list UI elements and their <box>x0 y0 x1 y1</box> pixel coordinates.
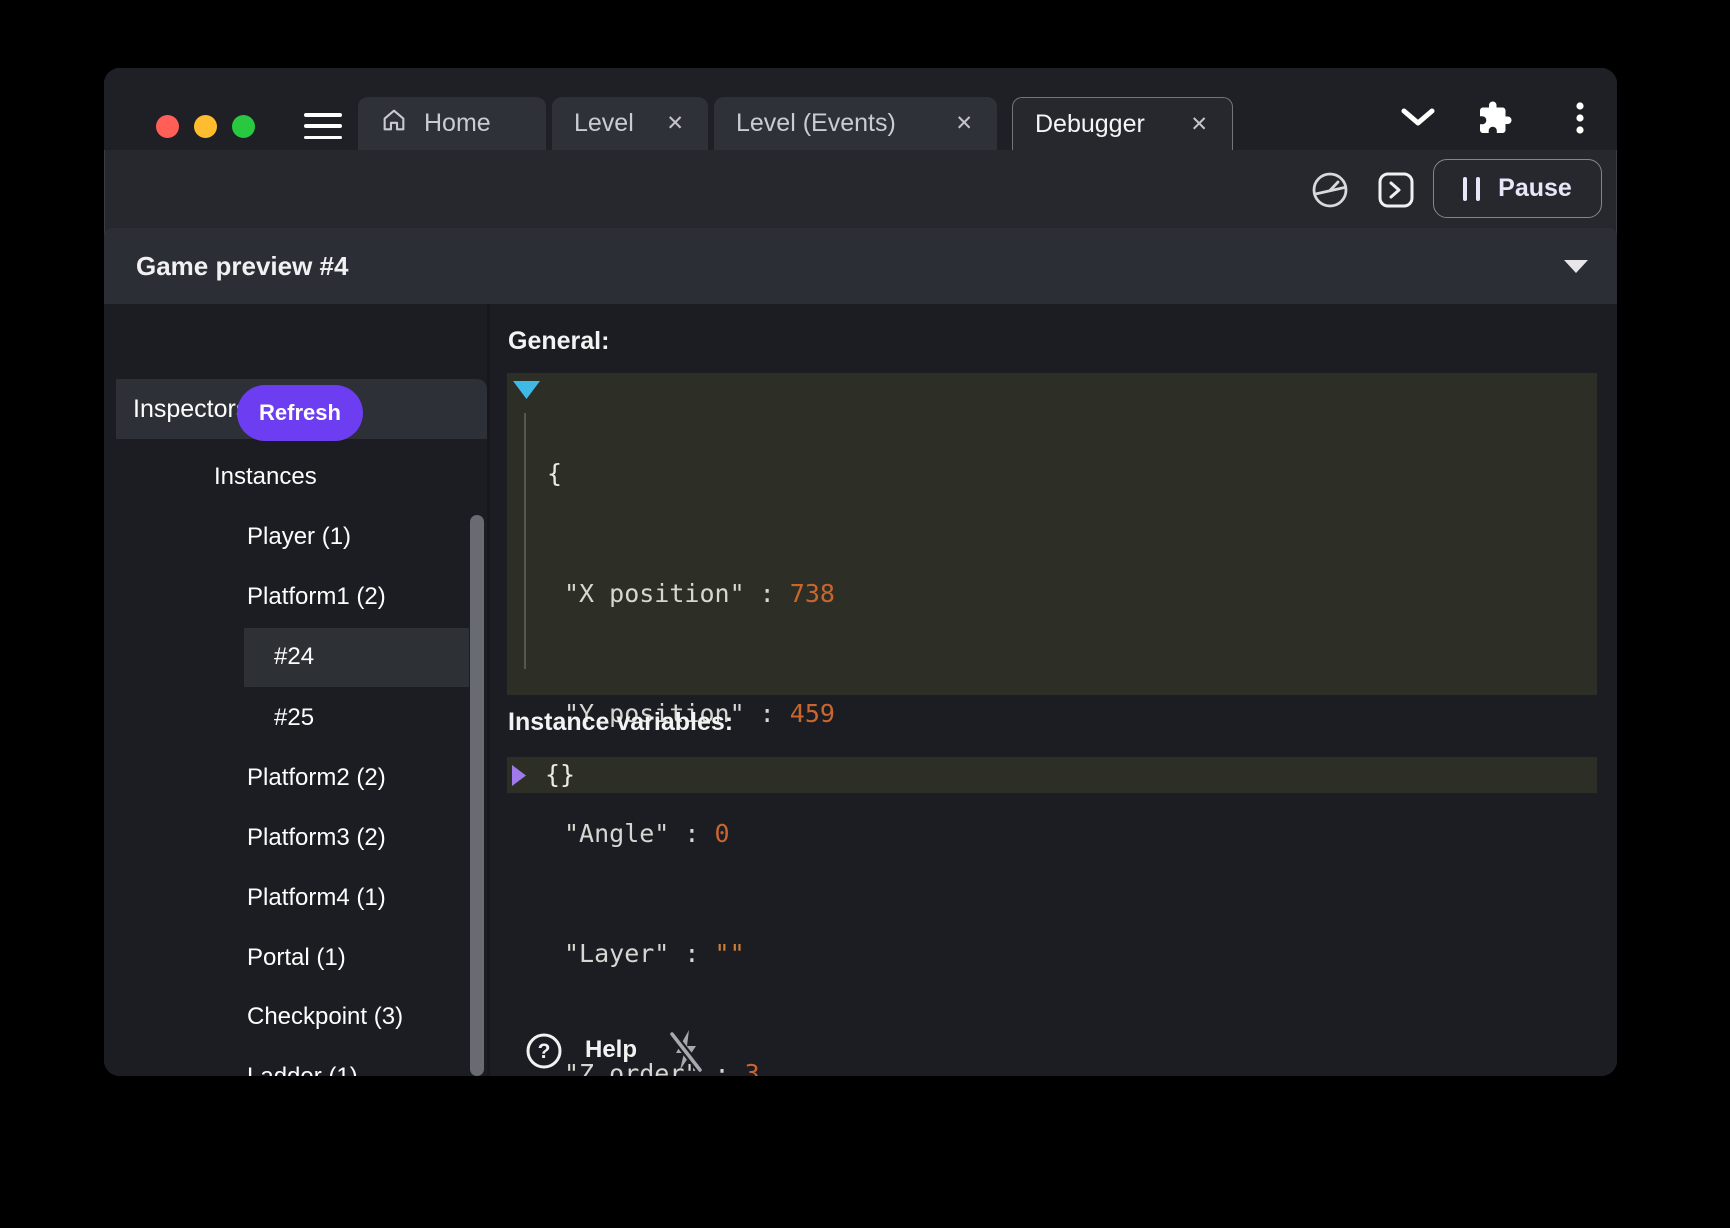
refresh-button[interactable]: Refresh <box>237 385 363 441</box>
traffic-light-zoom-button[interactable] <box>232 115 255 138</box>
tree-item-portal[interactable]: Portal (1) <box>247 934 346 982</box>
pause-icon <box>1463 177 1480 201</box>
tree-item-platform1[interactable]: Platform1 (2) <box>247 573 386 621</box>
flash-off-icon[interactable] <box>663 1027 709 1076</box>
tab-level-label: Level <box>574 109 634 138</box>
instance-variables-section-label: Instance variables: <box>508 707 733 737</box>
svg-text:?: ? <box>538 1040 551 1063</box>
profiler-gauge-icon[interactable] <box>1308 168 1352 217</box>
tab-bar: Home Level ✕ Level (Events) ✕ Debugger ✕ <box>104 68 1617 150</box>
help-button[interactable]: ? Help <box>524 1031 764 1071</box>
json-row-angle[interactable]: "Angle" : 0 <box>507 814 1597 854</box>
pause-button[interactable]: Pause <box>1433 159 1602 218</box>
help-question-icon: ? <box>524 1031 564 1076</box>
more-options-icon[interactable] <box>1575 101 1585 142</box>
sidebar-scrollbar[interactable] <box>470 515 484 1076</box>
dropdown-caret-icon[interactable] <box>1564 260 1588 273</box>
tree-item-platform3[interactable]: Platform3 (2) <box>247 814 386 862</box>
tree-item-player[interactable]: Player (1) <box>247 513 351 561</box>
traffic-light-minimize-button[interactable] <box>194 115 217 138</box>
json-value: 459 <box>790 699 835 728</box>
general-section-label: General: <box>508 326 609 356</box>
tab-debugger-label: Debugger <box>1035 110 1145 139</box>
tree-item-24[interactable]: #24 <box>274 633 314 681</box>
json-value: 0 <box>715 819 730 848</box>
json-value: "" <box>715 939 745 968</box>
tab-level-events-close-icon[interactable]: ✕ <box>953 111 975 136</box>
tab-debugger-close-icon[interactable]: ✕ <box>1188 112 1210 137</box>
json-open-brace: { <box>547 459 562 488</box>
sidebar-divider <box>487 304 490 1076</box>
tab-home[interactable]: Home <box>358 97 546 150</box>
tab-level-events-label: Level (Events) <box>736 109 896 138</box>
menu-icon[interactable] <box>304 113 342 139</box>
console-icon[interactable] <box>1376 170 1416 215</box>
tree-item-ladder[interactable]: Ladder (1) <box>247 1053 358 1076</box>
tab-level-close-icon[interactable]: ✕ <box>664 111 686 136</box>
pause-button-label: Pause <box>1498 174 1572 203</box>
chevron-down-icon[interactable] <box>1400 108 1436 133</box>
inspectors-header-label: Inspectors <box>133 379 248 439</box>
help-button-label: Help <box>585 1036 637 1064</box>
debugger-window: Home Level ✕ Level (Events) ✕ Debugger ✕ <box>104 68 1617 1076</box>
tree-item-checkpoint[interactable]: Checkpoint (3) <box>247 993 403 1041</box>
tree-item-platform2[interactable]: Platform2 (2) <box>247 754 386 802</box>
tab-debugger[interactable]: Debugger ✕ <box>1012 97 1233 150</box>
tree-item-platform4[interactable]: Platform4 (1) <box>247 874 386 922</box>
extensions-puzzle-icon[interactable] <box>1477 100 1513 141</box>
instance-variables-value: {} <box>545 757 575 793</box>
general-json-panel: { "X position" : 738 "Y position" : 459 … <box>507 373 1597 695</box>
tree-item-instances[interactable]: Instances <box>214 453 317 501</box>
traffic-light-close-button[interactable] <box>156 115 179 138</box>
home-icon <box>380 106 408 141</box>
expand-triangle-icon[interactable] <box>512 765 527 791</box>
json-value: 738 <box>790 579 835 608</box>
tab-home-label: Home <box>424 109 491 138</box>
tab-level-events[interactable]: Level (Events) ✕ <box>714 97 997 150</box>
json-row-layer[interactable]: "Layer" : "" <box>507 934 1597 974</box>
tree-item-25[interactable]: #25 <box>274 694 314 742</box>
instance-variables-panel: {} <box>507 757 1597 793</box>
debugger-content: Inspectors Refresh Instances Player (1) … <box>104 304 1617 1076</box>
tab-level[interactable]: Level ✕ <box>552 97 708 150</box>
json-row-x-position[interactable]: "X position" : 738 <box>507 574 1597 614</box>
game-preview-selector[interactable]: Game preview #4 <box>104 228 1617 304</box>
game-preview-title: Game preview #4 <box>136 228 348 304</box>
